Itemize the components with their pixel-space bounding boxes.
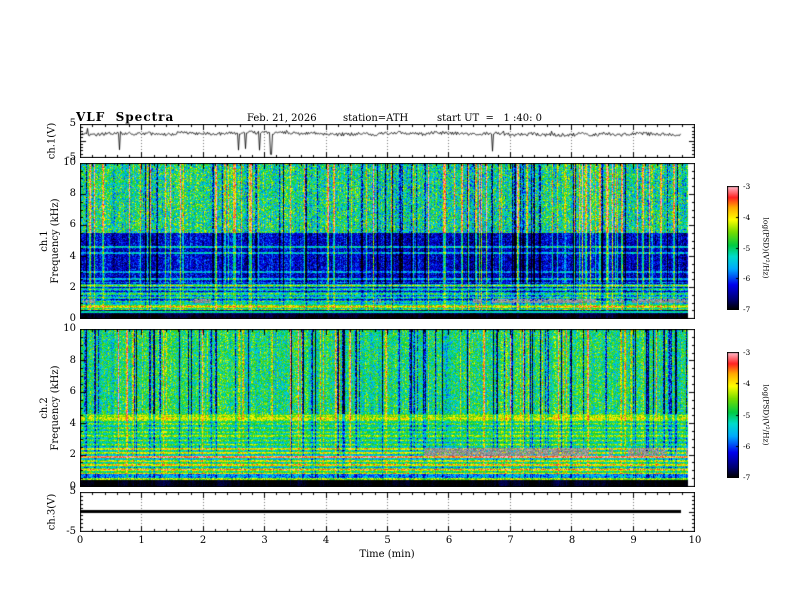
colorbar-tick-label: -3 [743, 182, 751, 191]
colorbar-tick-label: -3 [743, 348, 751, 357]
x-tick-label: 3 [261, 535, 268, 546]
x-tick-label: 1 [138, 535, 145, 546]
y-tick-label: 10 [63, 323, 76, 334]
y-tick-label: 6 [69, 219, 76, 231]
y-tick-label: 8 [69, 188, 76, 200]
colorbar-tick-label: -6 [743, 274, 751, 284]
y-tick-label: 2 [69, 281, 76, 293]
y-tick-label: -5 [66, 526, 76, 537]
colorbar-tick-label: -4 [743, 379, 751, 389]
x-tick-label: 7 [507, 535, 514, 546]
x-tick-label: 5 [384, 535, 391, 546]
y-tick-label: 4 [69, 417, 76, 429]
tick-labels-layer: 0 1 2 3 4 5 6 7 8 9 10 10 8 6 4 2 0 10 8 6 4 2 0 5 -5 5 -5 -3 -4 -5 -6… [0, 0, 792, 612]
y-tick-label: 2 [69, 449, 76, 461]
vlf-spectra-plot: VLF Spectra Feb. 21, 2026 station=ATH st… [0, 0, 792, 612]
y-tick-label: -5 [66, 152, 76, 163]
y-tick-label: 4 [69, 250, 76, 262]
colorbar-tick-label: -5 [743, 410, 751, 420]
x-tick-label: 8 [568, 535, 576, 546]
x-tick-label: 10 [688, 535, 702, 546]
x-tick-label: 9 [630, 535, 637, 546]
y-tick-label: 5 [69, 486, 76, 497]
y-tick-label: 8 [69, 354, 76, 366]
colorbar-tick-label: -6 [743, 441, 751, 451]
colorbar-tick-label: -7 [743, 473, 751, 482]
colorbar-tick-label: -7 [743, 305, 751, 314]
x-tick-label: 6 [445, 535, 453, 546]
x-tick-label: 2 [199, 535, 207, 546]
colorbar-tick-label: -5 [743, 243, 751, 253]
x-tick-label: 4 [322, 535, 330, 546]
colorbar-tick-label: -4 [743, 212, 751, 222]
y-tick-label: 5 [69, 118, 76, 129]
y-tick-label: 6 [69, 386, 76, 398]
